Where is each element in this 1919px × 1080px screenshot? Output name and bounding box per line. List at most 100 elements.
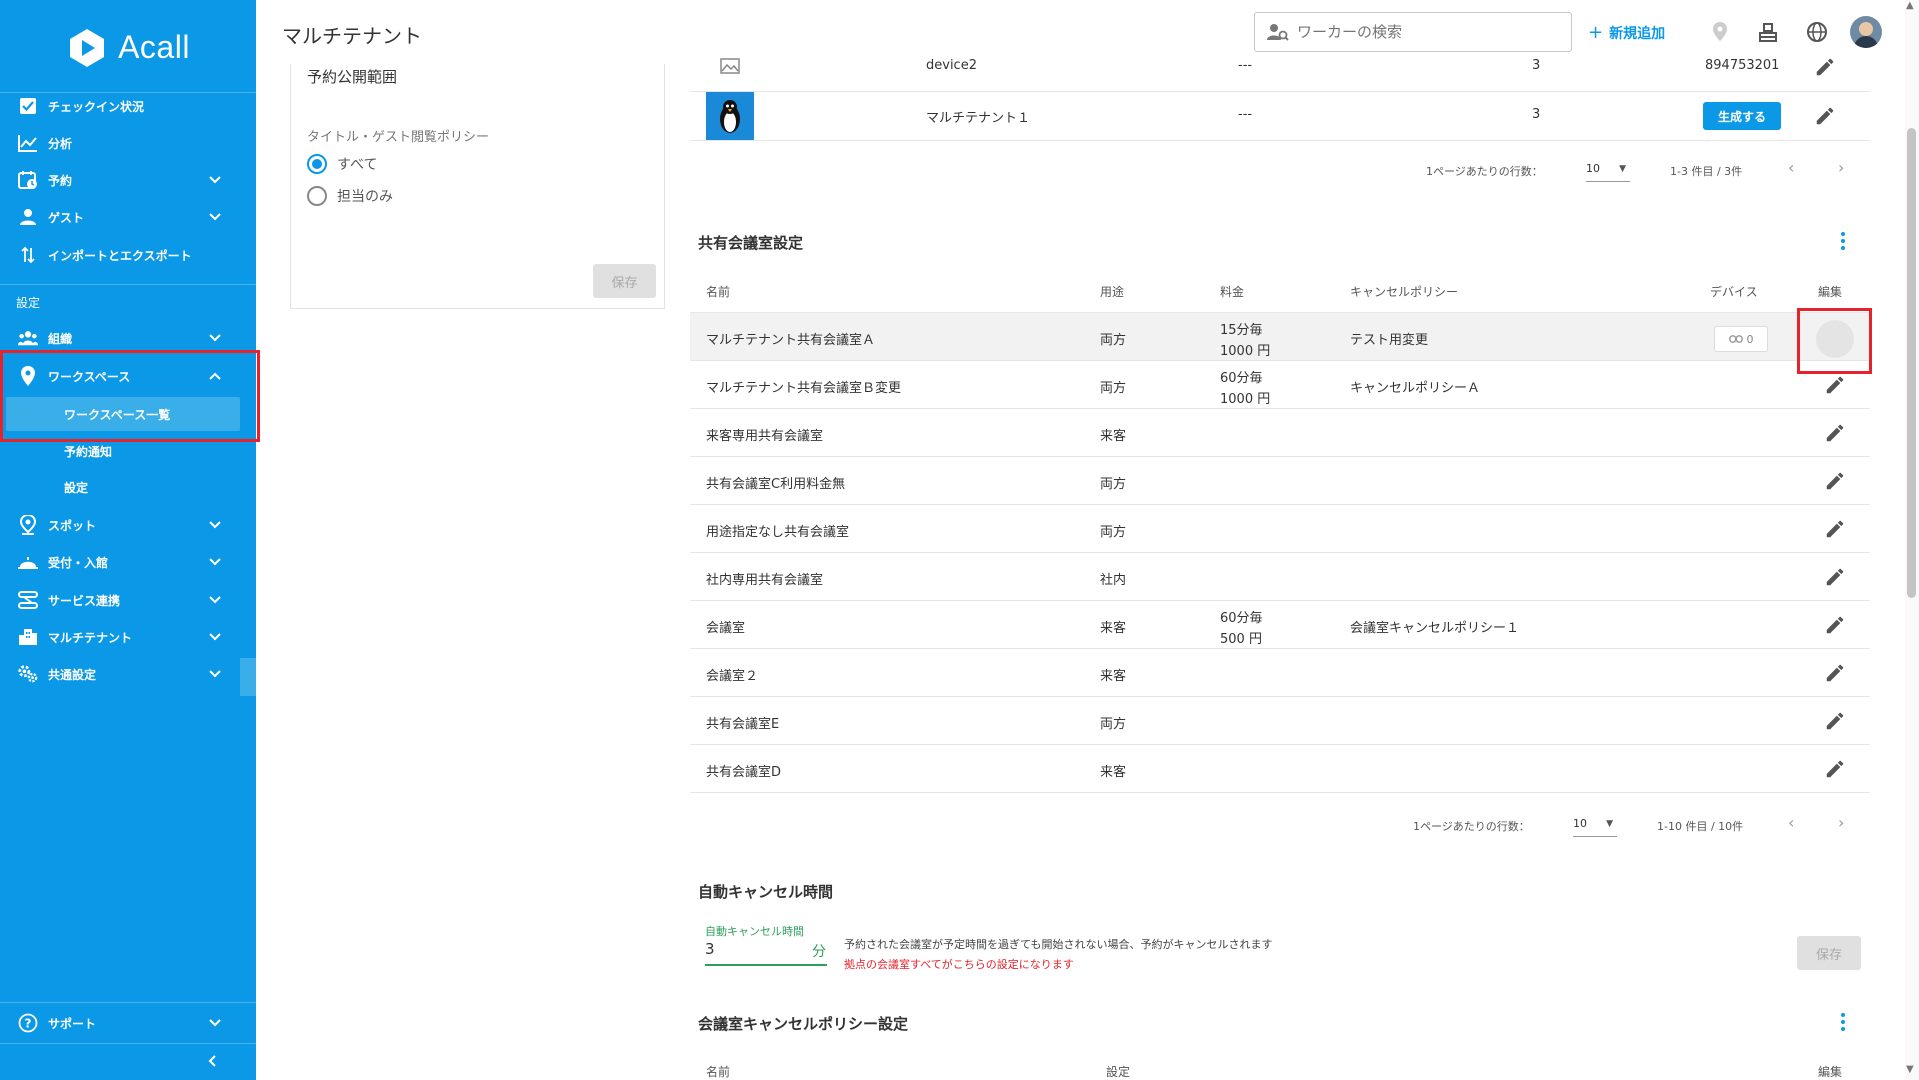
sidebar-item-service-link[interactable]: サービス連携 bbox=[0, 582, 256, 618]
user-avatar[interactable] bbox=[1850, 16, 1882, 48]
pencil-edit-icon[interactable] bbox=[1824, 422, 1846, 444]
room-usage: 両方 bbox=[1100, 525, 1127, 540]
sidebar-subitem-settings[interactable]: 設定 bbox=[64, 472, 88, 502]
scroll-up-icon[interactable]: ▲ bbox=[1906, 0, 1914, 11]
sidebar-item-checkin[interactable]: チェックイン状況 bbox=[0, 88, 256, 124]
app-logo[interactable]: Acall bbox=[0, 0, 256, 95]
rows-per-page-label: 1ページあたりの行数： bbox=[1426, 165, 1543, 178]
table-row[interactable]: マルチテナント１ --- 3 bbox=[690, 92, 1870, 141]
sidebar-item-support[interactable]: ? サポート bbox=[0, 1005, 256, 1041]
table-row[interactable]: 共有会議室D 来客 bbox=[690, 745, 1870, 793]
reception-desk-icon[interactable] bbox=[1756, 20, 1780, 44]
table-row[interactable]: マルチテナント共有会議室Ｂ変更 両方 60分毎 1000 円 キャンセルポリシーＡ bbox=[690, 361, 1870, 409]
plus-icon: + bbox=[1588, 22, 1604, 43]
sidebar-item-analytics[interactable]: 分析 bbox=[0, 125, 256, 161]
shared-rooms-title: 共有会議室設定 bbox=[698, 234, 804, 252]
svg-text:?: ? bbox=[25, 1017, 32, 1031]
pencil-edit-icon[interactable] bbox=[1824, 614, 1846, 636]
room-usage: 来客 bbox=[1100, 669, 1127, 684]
table-row[interactable]: 会議室２ 来客 bbox=[690, 649, 1870, 697]
page-scrollbar-thumb[interactable] bbox=[1907, 128, 1916, 598]
tenant-col2: --- bbox=[1238, 58, 1253, 73]
sidebar-item-label: 共通設定 bbox=[48, 667, 97, 682]
sidebar-item-import-export[interactable]: インポートとエクスポート bbox=[0, 237, 256, 273]
worker-search-input[interactable] bbox=[1297, 23, 1557, 41]
sidebar-item-guest[interactable]: ゲスト bbox=[0, 199, 256, 235]
sidebar-item-common-settings[interactable]: 共通設定 bbox=[0, 656, 256, 692]
pencil-edit-icon[interactable] bbox=[1824, 374, 1846, 396]
location-pin-icon[interactable] bbox=[1708, 20, 1732, 44]
table-row[interactable]: 共有会議室C利用料金無 両方 bbox=[690, 457, 1870, 505]
pencil-edit-icon[interactable] bbox=[1824, 566, 1846, 588]
table-row[interactable]: 来客専用共有会議室 来客 bbox=[690, 409, 1870, 457]
sidebar-item-reservation[interactable]: 予約 bbox=[0, 162, 256, 198]
pencil-edit-icon[interactable] bbox=[1824, 518, 1846, 540]
sidebar-divider bbox=[0, 1043, 256, 1044]
gears-icon bbox=[18, 664, 38, 684]
column-header-name: 名前 bbox=[706, 1065, 731, 1079]
column-header-device: デバイス bbox=[1710, 285, 1758, 299]
penguin-icon bbox=[720, 100, 740, 133]
worker-search-box[interactable] bbox=[1254, 12, 1572, 52]
generate-button[interactable]: 生成する bbox=[1703, 102, 1781, 130]
globe-icon[interactable] bbox=[1805, 20, 1829, 44]
chevron-down-icon bbox=[209, 176, 221, 184]
dropdown-arrow-icon: ▼ bbox=[1619, 164, 1626, 174]
chevron-down-icon bbox=[209, 213, 221, 221]
next-page-icon[interactable]: › bbox=[1838, 813, 1844, 832]
auto-cancel-input[interactable]: 3 bbox=[705, 940, 827, 966]
room-usage: 両方 bbox=[1100, 477, 1127, 492]
radio-all[interactable]: すべて bbox=[307, 154, 377, 174]
policy-label: タイトル・ゲスト閲覧ポリシー bbox=[307, 130, 490, 145]
more-vert-icon[interactable] bbox=[1840, 231, 1846, 251]
table-row[interactable]: 用途指定なし共有会議室 両方 bbox=[690, 505, 1870, 553]
spot-pin-icon bbox=[18, 515, 38, 535]
pencil-edit-icon[interactable] bbox=[1814, 105, 1836, 127]
sidebar-item-multitenant[interactable]: マルチテナント bbox=[0, 619, 256, 655]
rows-per-page-select[interactable]: 10 ▼ bbox=[1586, 162, 1630, 182]
page-title: マルチテナント bbox=[282, 24, 422, 48]
building-icon bbox=[18, 627, 38, 647]
sidebar-item-reception[interactable]: 受付・入館 bbox=[0, 544, 256, 580]
sidebar-item-spot[interactable]: スポット bbox=[0, 507, 256, 543]
auto-cancel-save-button[interactable]: 保存 bbox=[1797, 936, 1861, 970]
room-name: 会議室２ bbox=[706, 669, 759, 684]
pencil-edit-icon[interactable] bbox=[1824, 470, 1846, 492]
collapse-sidebar-icon[interactable] bbox=[206, 1054, 220, 1068]
room-fee-interval: 60分毎 bbox=[1220, 371, 1263, 386]
rows-per-page-select[interactable]: 10 ▼ bbox=[1573, 817, 1617, 837]
next-page-icon[interactable]: › bbox=[1838, 158, 1844, 177]
edit-highlight-box bbox=[1797, 308, 1872, 374]
device-link-chip[interactable]: 0 bbox=[1714, 326, 1768, 352]
save-button[interactable]: 保存 bbox=[593, 264, 656, 298]
help-circle-icon: ? bbox=[18, 1013, 38, 1033]
pencil-edit-icon[interactable] bbox=[1824, 710, 1846, 732]
sidebar-item-label: 分析 bbox=[48, 136, 73, 151]
room-name: 共有会議室C利用料金無 bbox=[706, 477, 846, 492]
more-vert-icon[interactable] bbox=[1840, 1012, 1846, 1032]
table-row[interactable]: 共有会議室E 両方 bbox=[690, 697, 1870, 745]
table-row[interactable]: マルチテナント共有会議室Ａ 両方 15分毎 1000 円 テスト用変更 bbox=[690, 313, 1870, 361]
radio-assigned-only[interactable]: 担当のみ bbox=[307, 186, 393, 206]
table-row[interactable]: 社内専用共有会議室 社内 bbox=[690, 553, 1870, 601]
add-new-button[interactable]: + 新規追加 bbox=[1588, 22, 1665, 43]
rows-per-page-label: 1ページあたりの行数： bbox=[1413, 820, 1530, 833]
column-header-name: 名前 bbox=[706, 285, 731, 299]
room-usage: 来客 bbox=[1100, 429, 1127, 444]
auto-cancel-value: 3 bbox=[705, 940, 715, 958]
prev-page-icon[interactable]: ‹ bbox=[1788, 158, 1794, 177]
pencil-edit-icon[interactable] bbox=[1814, 56, 1836, 78]
room-usage: 両方 bbox=[1100, 717, 1127, 732]
chevron-down-icon bbox=[209, 521, 221, 529]
room-cancel-policy: キャンセルポリシーＡ bbox=[1350, 381, 1481, 396]
prev-page-icon[interactable]: ‹ bbox=[1788, 813, 1794, 832]
pencil-edit-icon[interactable] bbox=[1824, 662, 1846, 684]
table-row[interactable]: device2 --- 3 894753201 bbox=[690, 50, 1870, 92]
pagination-range: 1-3 件目 / 3件 bbox=[1670, 165, 1743, 178]
scroll-down-icon[interactable]: ▼ bbox=[1906, 1064, 1914, 1075]
chart-line-icon bbox=[18, 133, 38, 153]
table-row[interactable]: 会議室 来客 60分毎 500 円 会議室キャンセルポリシー１ bbox=[690, 601, 1870, 649]
pencil-edit-icon[interactable] bbox=[1824, 758, 1846, 780]
sidebar-item-label: 組織 bbox=[48, 331, 73, 346]
room-cancel-policy: テスト用変更 bbox=[1350, 333, 1429, 348]
